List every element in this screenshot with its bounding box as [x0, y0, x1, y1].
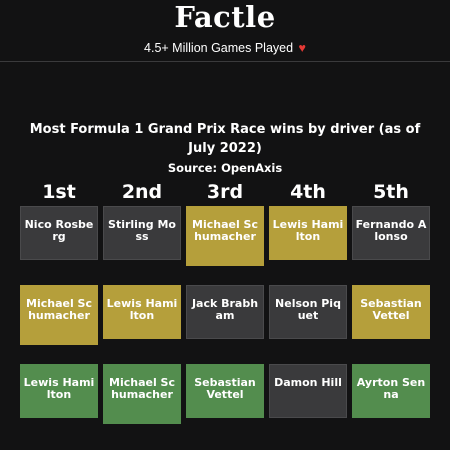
app-title: Factle	[174, 0, 276, 34]
guess-grid: Nico Rosberg Stirling Moss Michael Schum…	[0, 206, 450, 424]
factle-app: Factle 4.5+ Million Games Played ♥ Most …	[0, 0, 450, 450]
guess-tile: Lewis Hamilton	[20, 364, 98, 418]
guess-tile: Nelson Piquet	[269, 285, 347, 339]
guess-tile: Michael Schumacher	[20, 285, 98, 345]
guess-row-2: Michael Schumacher Lewis Hamilton Jack B…	[20, 285, 430, 345]
guess-tile: Stirling Moss	[103, 206, 181, 260]
tagline-text: 4.5+ Million Games Played	[144, 41, 294, 55]
guess-tile: Jack Brabham	[186, 285, 264, 339]
guess-tile: Michael Schumacher	[103, 364, 181, 424]
guess-tile: Fernando Alonso	[352, 206, 430, 260]
header: Factle 4.5+ Million Games Played ♥	[0, 0, 450, 62]
guess-tile: Lewis Hamilton	[103, 285, 181, 339]
guess-row-3: Lewis Hamilton Michael Schumacher Sebast…	[20, 364, 430, 424]
guess-tile: Nico Rosberg	[20, 206, 98, 260]
puzzle-source: Source: OpenAxis	[167, 161, 283, 175]
rank-header-2: 2nd	[121, 181, 163, 203]
rank-header-4: 4th	[290, 181, 326, 203]
guess-tile: Sebastian Vettel	[352, 285, 430, 339]
guess-row-1: Nico Rosberg Stirling Moss Michael Schum…	[20, 206, 430, 266]
guess-tile: Damon Hill	[269, 364, 347, 418]
games-played-tagline: 4.5+ Million Games Played ♥	[0, 40, 450, 56]
guess-tile: Lewis Hamilton	[269, 206, 347, 260]
puzzle-question: Most Formula 1 Grand Prix Race wins by d…	[29, 122, 421, 156]
rank-header-1: 1st	[42, 181, 76, 203]
heart-icon: ♥	[298, 41, 306, 55]
rank-header-3: 3rd	[206, 181, 244, 203]
rank-headers: 1st 2nd 3rd 4th 5th	[0, 179, 450, 205]
guess-tile: Ayrton Senna	[352, 364, 430, 418]
rank-header-5: 5th	[373, 181, 409, 203]
guess-tile: Sebastian Vettel	[186, 364, 264, 418]
guess-tile: Michael Schumacher	[186, 206, 264, 266]
